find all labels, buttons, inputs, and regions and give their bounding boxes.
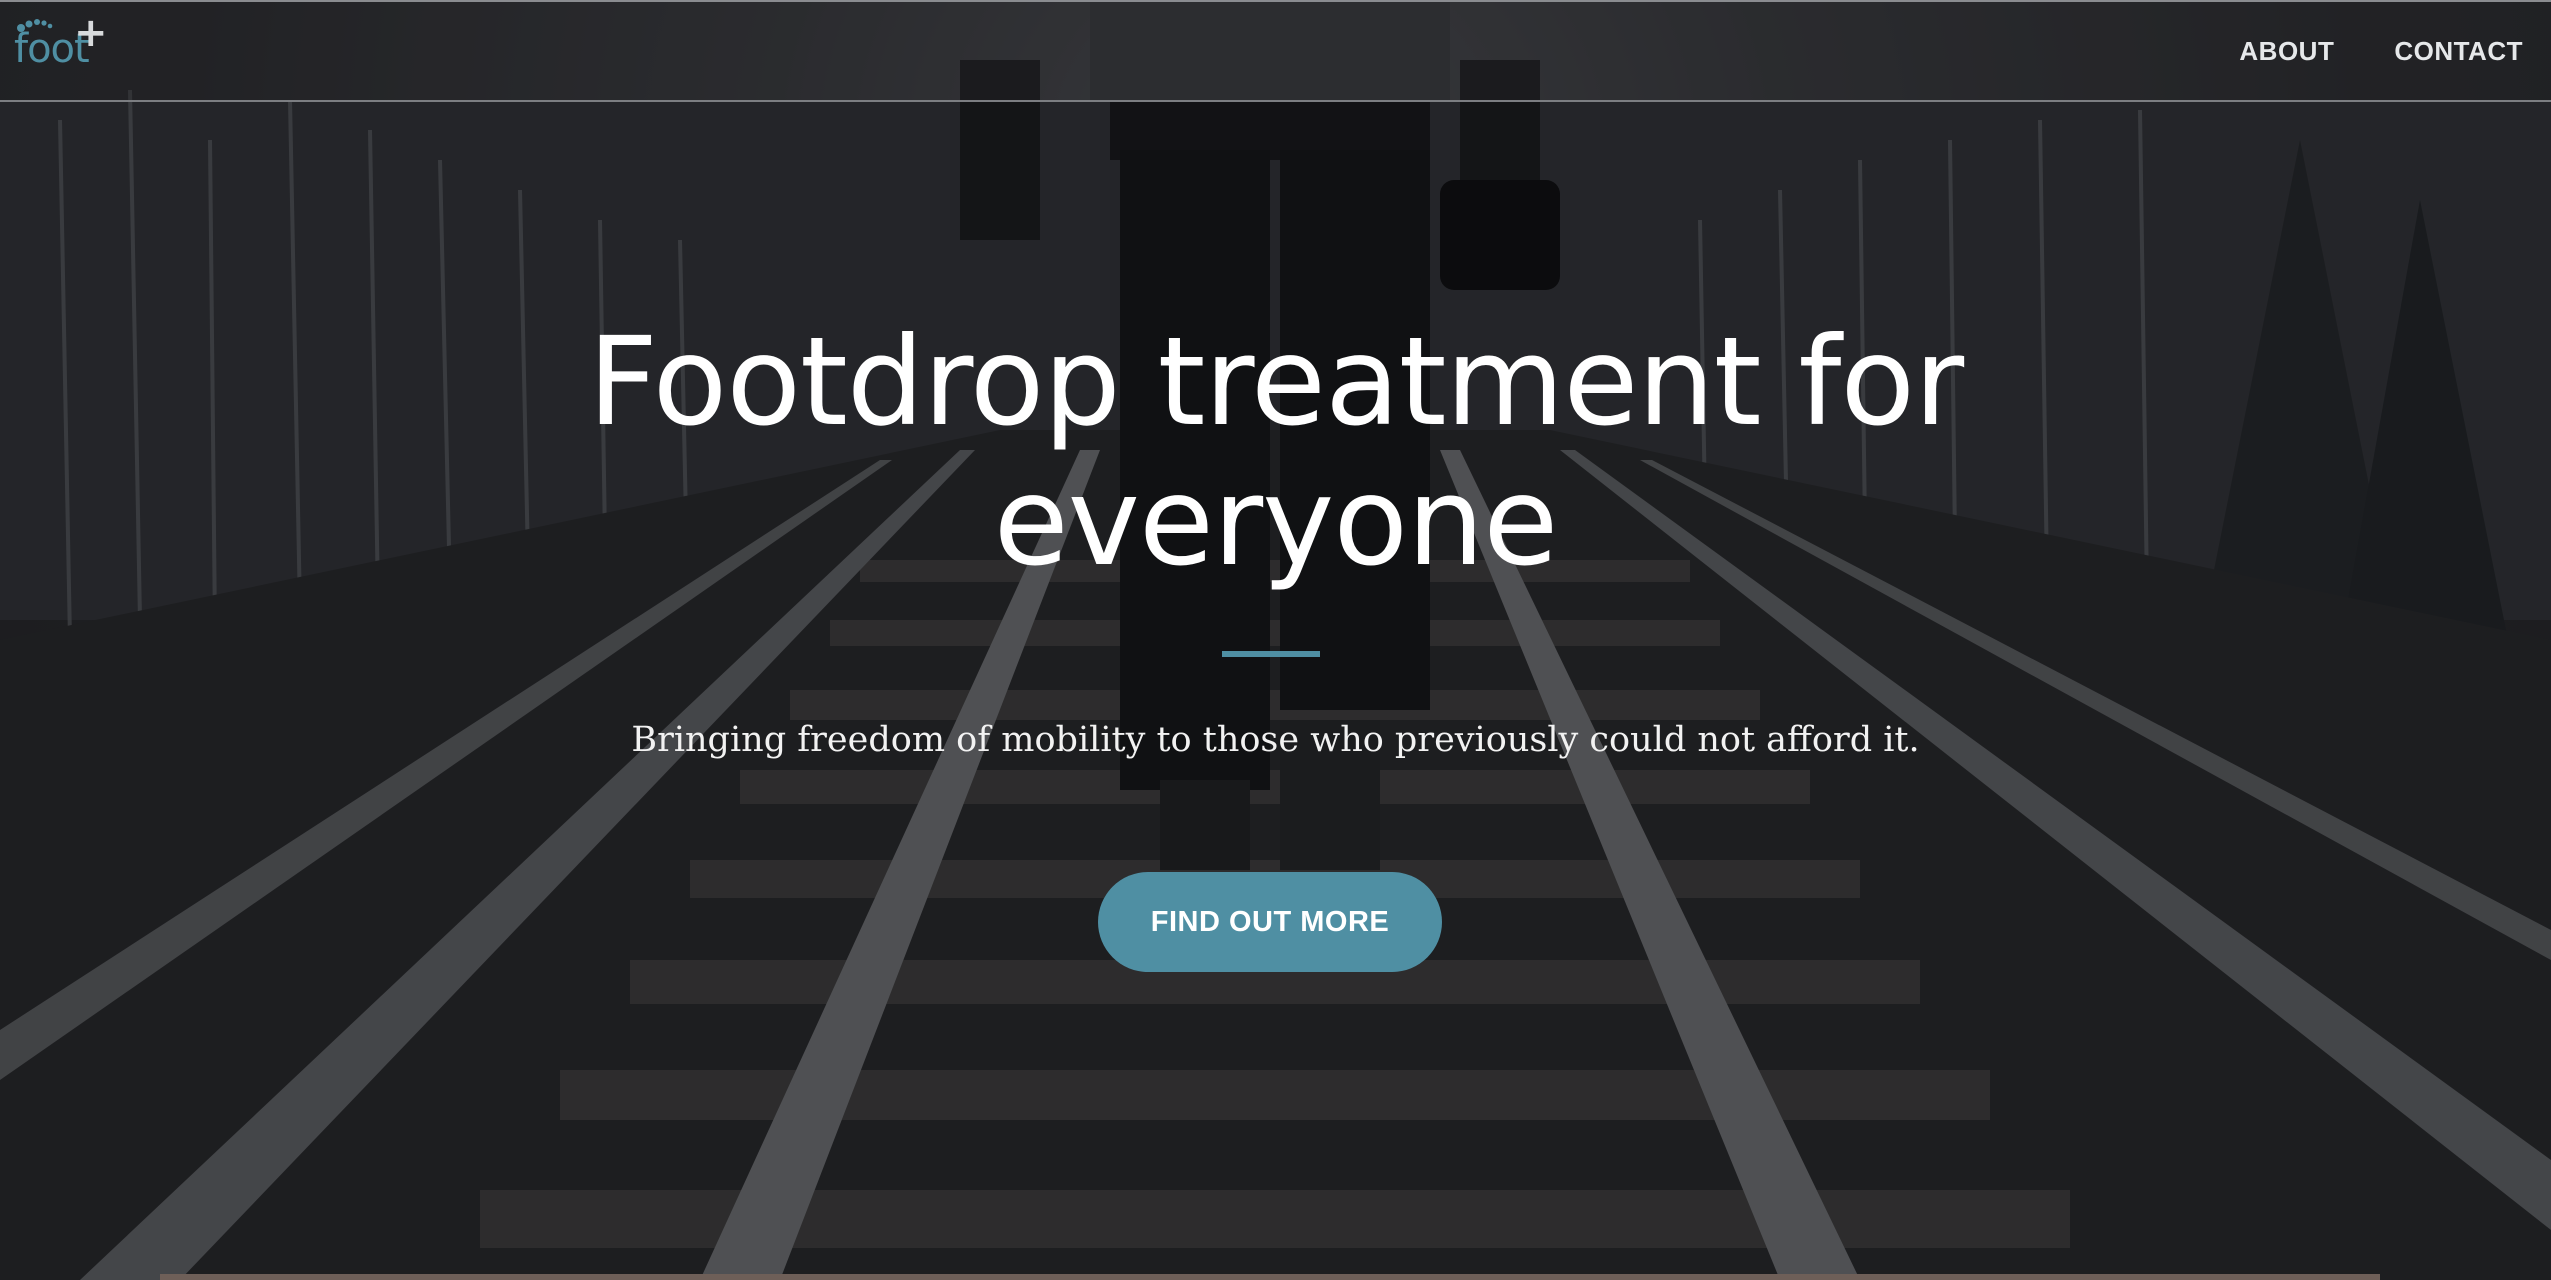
top-navbar: foot + ABOUT CONTACT bbox=[0, 0, 2551, 102]
site-logo[interactable]: foot + bbox=[14, 10, 124, 90]
nav-contact-link[interactable]: CONTACT bbox=[2394, 36, 2523, 67]
title-divider bbox=[1222, 651, 1320, 657]
hero-title-line-2: everyone bbox=[993, 451, 1559, 593]
hero-title: Footdrop treatment for everyone bbox=[0, 312, 2551, 592]
hero-title-line-1: Footdrop treatment for bbox=[587, 311, 1964, 453]
hero-subtitle: Bringing freedom of mobility to those wh… bbox=[631, 720, 1920, 760]
next-section-edge bbox=[160, 1274, 2380, 1280]
background-dim-overlay bbox=[0, 0, 2551, 1280]
hero-section: foot + ABOUT CONTACT Footdrop treatment … bbox=[0, 0, 2551, 1280]
find-out-more-button[interactable]: FIND OUT MORE bbox=[1098, 872, 1442, 972]
nav-about-link[interactable]: ABOUT bbox=[2239, 36, 2334, 67]
logo-plus-icon: + bbox=[74, 10, 108, 56]
nav-links: ABOUT CONTACT bbox=[2239, 36, 2523, 67]
